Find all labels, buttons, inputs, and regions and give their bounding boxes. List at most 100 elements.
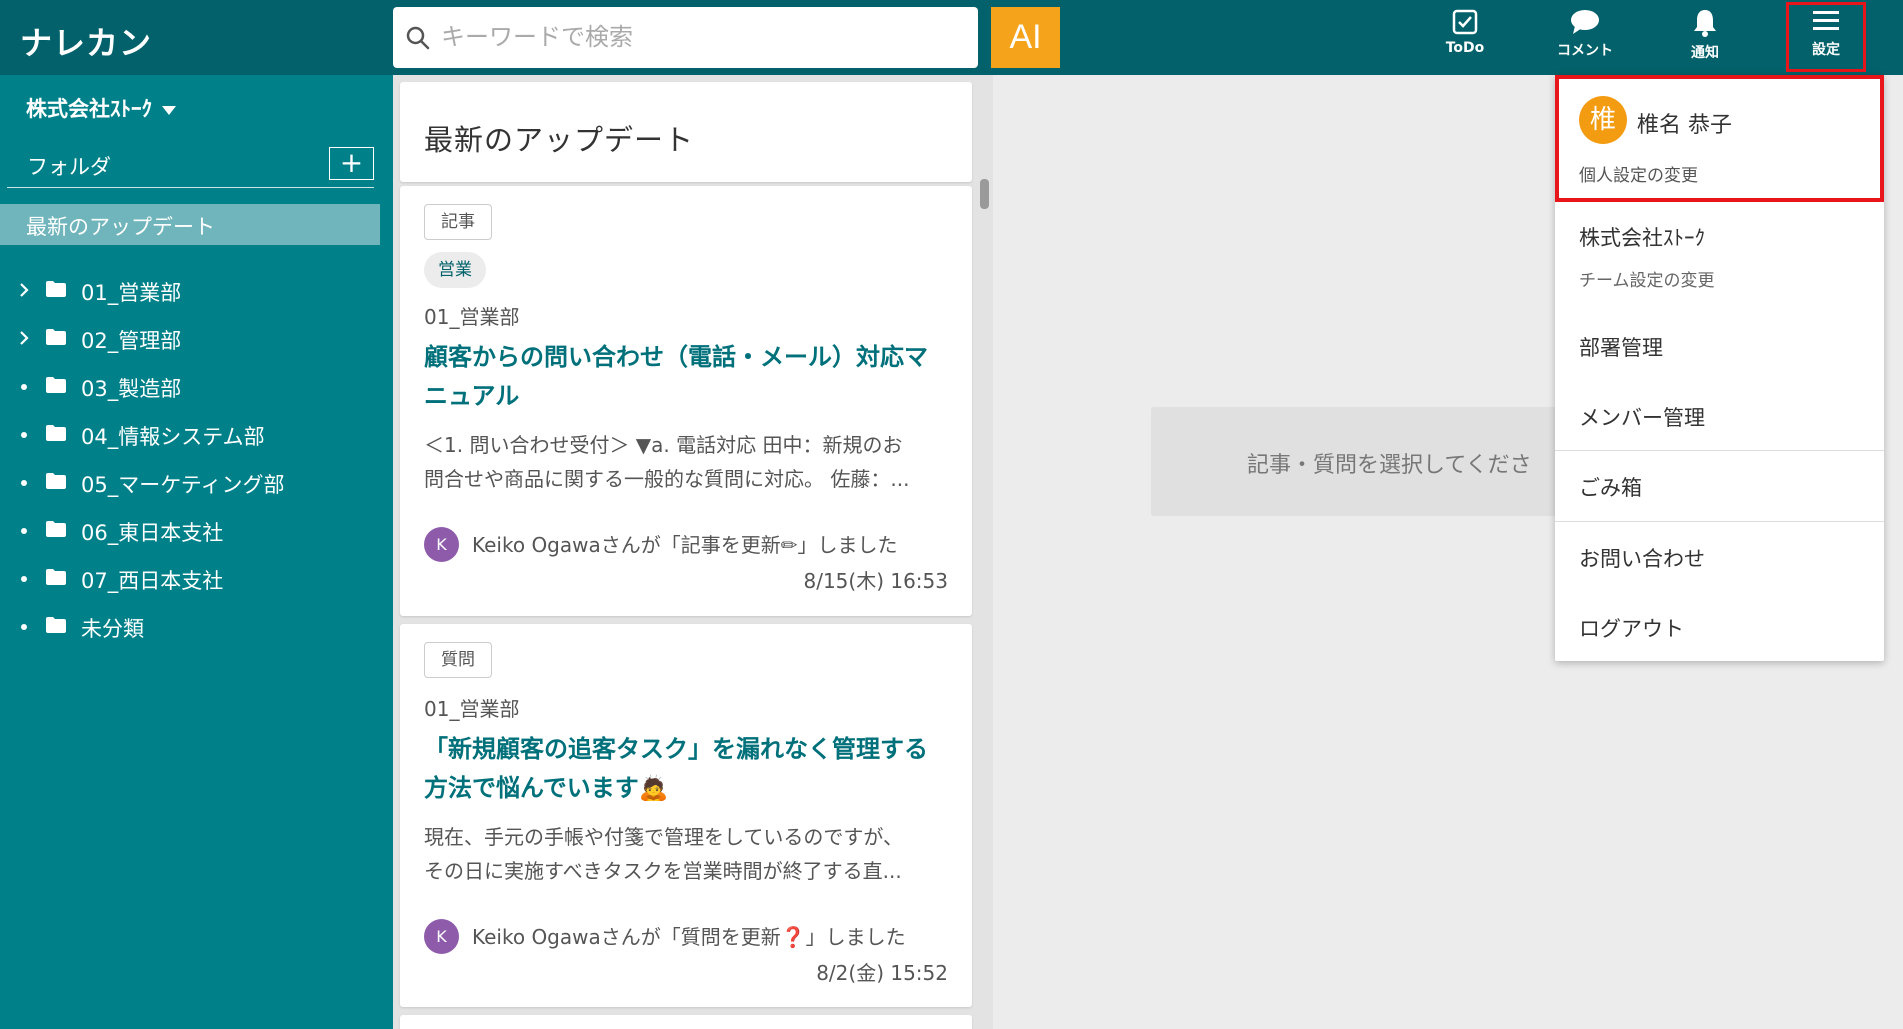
folder-icon: [46, 377, 66, 393]
category-pill[interactable]: 営業: [424, 252, 486, 288]
personal-settings-link[interactable]: 個人設定の変更: [1579, 161, 1698, 186]
menu-item-logout[interactable]: ログアウト: [1579, 613, 1684, 643]
item-title[interactable]: 顧客からの問い合わせ（電話・メール）対応マ ニュアル: [424, 338, 954, 416]
folder-icon: [46, 329, 66, 345]
ai-button[interactable]: AI: [991, 7, 1060, 68]
type-tag: 記事: [424, 204, 492, 240]
add-folder-button[interactable]: +: [329, 147, 374, 180]
speech-bubble-icon: [1571, 10, 1599, 34]
comment-label: コメント: [1557, 43, 1613, 59]
folder-name: 未分類: [81, 617, 144, 641]
menu-item-dept-mgmt[interactable]: 部署管理: [1579, 332, 1663, 362]
user-name: 椎名 恭子: [1637, 113, 1732, 138]
avatar: K: [424, 527, 459, 562]
folder-item[interactable]: 05_マーケティング部: [0, 460, 393, 508]
menu-divider: [1555, 450, 1884, 451]
company-switcher[interactable]: 株式会社ｽﾄｰｸ: [26, 93, 176, 123]
bullet-dot-icon: [21, 480, 27, 486]
hamburger-menu-icon: [1813, 11, 1839, 30]
folder-name: 03_製造部: [81, 377, 182, 401]
item-title-line: 「新規顧客の追客タスク」を漏れなく管理する: [424, 735, 928, 763]
user-section[interactable]: 椎 椎名 恭子 個人設定の変更: [1555, 75, 1884, 202]
bullet-dot-icon: [21, 624, 27, 630]
item-excerpt-line: 現在、手元の手帳や付箋で管理をしているのですが、: [424, 825, 903, 849]
feed-title: 最新のアップデート: [424, 123, 695, 157]
folder-header: フォルダ +: [7, 143, 374, 188]
item-excerpt-line: ＜1. 問い合わせ受付＞ ▼a. 電話対応 田中：新規のお: [424, 433, 903, 457]
item-date: 8/2(金) 15:52: [816, 961, 948, 985]
todo-label: ToDo: [1445, 40, 1485, 56]
update-feed[interactable]: 最新のアップデート 記事 営業 01_営業部 顧客からの問い合わせ（電話・メール…: [393, 75, 993, 1029]
folder-item[interactable]: 07_西日本支社: [0, 556, 393, 604]
folder-item[interactable]: 06_東日本支社: [0, 508, 393, 556]
app-logo[interactable]: ナレカン: [20, 18, 152, 64]
sidebar: 株式会社ｽﾄｰｸ フォルダ + 最新のアップデート 01_営業部 02_管理部 …: [0, 75, 393, 1029]
item-title-line: ニュアル: [424, 382, 520, 410]
notification-button[interactable]: 通知: [1655, 6, 1755, 70]
item-title-line: 顧客からの問い合わせ（電話・メール）対応マ: [424, 343, 928, 371]
folder-name: 05_マーケティング部: [81, 473, 285, 497]
folder-icon: [46, 569, 66, 585]
settings-button[interactable]: 設定: [1786, 2, 1866, 72]
menu-divider: [1555, 521, 1884, 522]
folder-name: 06_東日本支社: [81, 521, 224, 545]
notify-label: 通知: [1691, 45, 1719, 61]
chevron-right-icon[interactable]: [18, 282, 30, 298]
caret-down-icon: [162, 105, 176, 115]
empty-state-text: 記事・質問を選択してくださ: [1247, 453, 1532, 478]
item-excerpt: ＜1. 問い合わせ受付＞ ▼a. 電話対応 田中：新規のお 問合せや商品に関する…: [424, 428, 954, 496]
comment-button[interactable]: コメント: [1535, 6, 1635, 70]
folder-item[interactable]: 03_製造部: [0, 364, 393, 412]
chevron-right-icon[interactable]: [18, 330, 30, 346]
bullet-dot-icon: [21, 432, 27, 438]
folder-icon: [46, 281, 66, 297]
item-title[interactable]: 「新規顧客の追客タスク」を漏れなく管理する 方法で悩んでいます🙇: [424, 730, 954, 808]
user-avatar: 椎: [1579, 96, 1627, 144]
search-box[interactable]: [393, 7, 978, 68]
feed-item-card[interactable]: 記事 営業 01_営業部 顧客からの問い合わせ（電話・メール）対応マ ニュアル …: [400, 186, 972, 616]
bullet-dot-icon: [21, 576, 27, 582]
feed-scrollbar[interactable]: [980, 179, 989, 209]
feed-title-card: 最新のアップデート: [400, 82, 972, 182]
search-input[interactable]: [441, 15, 961, 59]
folder-item[interactable]: 01_営業部: [0, 268, 393, 316]
folder-icon: [46, 425, 66, 441]
checkbox-icon: [1452, 9, 1478, 35]
bullet-dot-icon: [21, 384, 27, 390]
avatar: K: [424, 919, 459, 954]
sidebar-item-latest[interactable]: 最新のアップデート: [0, 204, 380, 245]
settings-dropdown: 椎 椎名 恭子 個人設定の変更 株式会社ｽﾄｰｸ チーム設定の変更 部署管理 メ…: [1555, 75, 1884, 661]
folder-label: フォルダ: [27, 155, 111, 179]
item-dept: 01_営業部: [424, 697, 520, 721]
item-title-line: 方法で悩んでいます🙇: [424, 774, 669, 802]
menu-item-trash[interactable]: ごみ箱: [1579, 472, 1642, 502]
type-tag: 質問: [424, 642, 492, 678]
company-name: 株式会社ｽﾄｰｸ: [26, 97, 152, 121]
menu-item-member-mgmt[interactable]: メンバー管理: [1579, 402, 1705, 432]
folder-tree: 01_営業部 02_管理部 03_製造部 04_情報システム部 05_マーケティ…: [0, 268, 393, 652]
bullet-dot-icon: [21, 528, 27, 534]
folder-item[interactable]: 02_管理部: [0, 316, 393, 364]
bell-icon: [1694, 10, 1716, 37]
folder-item[interactable]: 04_情報システム部: [0, 412, 393, 460]
team-settings-link[interactable]: チーム設定の変更: [1579, 266, 1715, 291]
item-dept: 01_営業部: [424, 305, 520, 329]
item-excerpt-line: その日に実施すべきタスクを営業時間が終了する直...: [424, 859, 902, 883]
item-activity: Keiko Ogawaさんが「質問を更新❓」しました: [472, 925, 906, 949]
folder-name: 07_西日本支社: [81, 569, 224, 593]
menu-item-team[interactable]: 株式会社ｽﾄｰｸ: [1579, 222, 1705, 252]
item-excerpt: 現在、手元の手帳や付箋で管理をしているのですが、 その日に実施すべきタスクを営業…: [424, 820, 954, 888]
top-header: ナレカン AI ToDo コメント 通知 設: [0, 0, 1903, 75]
menu-item-contact[interactable]: お問い合わせ: [1579, 543, 1705, 573]
search-icon: [406, 26, 430, 50]
folder-icon: [46, 473, 66, 489]
settings-label: 設定: [1812, 42, 1840, 58]
item-activity: Keiko Ogawaさんが「記事を更新✏」しました: [472, 533, 898, 557]
feed-item-card[interactable]: [400, 1015, 972, 1029]
todo-button[interactable]: ToDo: [1415, 6, 1515, 70]
folder-name: 02_管理部: [81, 329, 182, 353]
folder-icon: [46, 521, 66, 537]
item-date: 8/15(木) 16:53: [803, 569, 948, 593]
feed-item-card[interactable]: 質問 01_営業部 「新規顧客の追客タスク」を漏れなく管理する 方法で悩んでいま…: [400, 624, 972, 1007]
folder-item[interactable]: 未分類: [0, 604, 393, 652]
